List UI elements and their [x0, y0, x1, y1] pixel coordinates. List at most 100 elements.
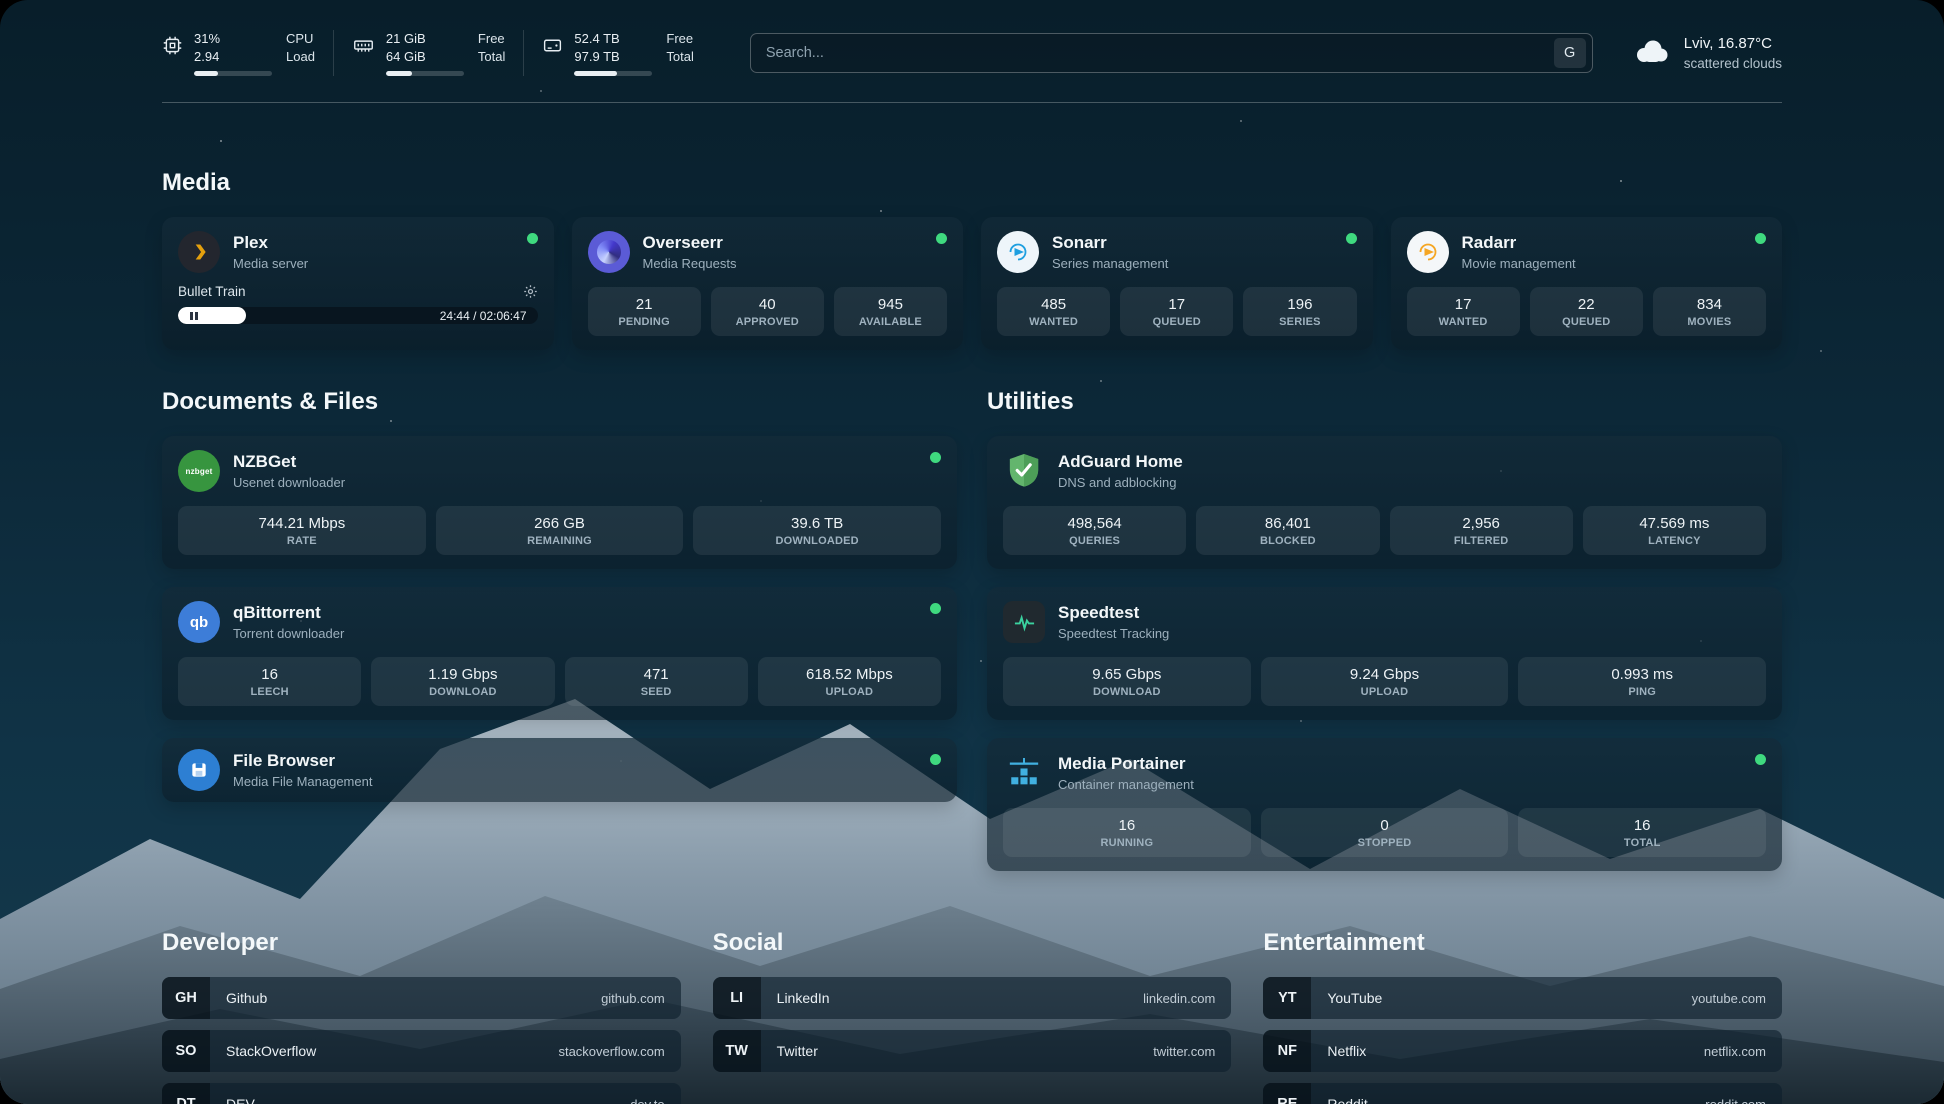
status-dot — [930, 452, 941, 463]
stat-rate: 744.21 Mbps RATE — [178, 506, 426, 555]
weather-location: Lviv, 16.87°C — [1684, 33, 1782, 55]
bookmark-abbr: RE — [1263, 1083, 1311, 1104]
gear-icon[interactable] — [523, 284, 538, 299]
bookmark-name: Reddit — [1327, 1096, 1367, 1104]
bookmark-stackoverflow[interactable]: SO StackOverflow stackoverflow.com — [162, 1030, 681, 1072]
bookmark-name: Netflix — [1327, 1043, 1366, 1059]
stat-latency: 47.569 ms LATENCY — [1583, 506, 1766, 555]
stat-approved: 40 APPROVED — [711, 287, 824, 336]
nzbget-icon: nzbget — [178, 450, 220, 492]
cpu-icon — [162, 35, 183, 61]
search-bar[interactable]: G — [750, 33, 1593, 73]
bookmark-abbr: NF — [1263, 1030, 1311, 1072]
pause-icon[interactable] — [190, 312, 193, 320]
app-name: Plex — [233, 233, 308, 253]
bookmark-youtube[interactable]: YT YouTube youtube.com — [1263, 977, 1782, 1019]
cpu-progress-bar — [194, 71, 272, 76]
radarr-card[interactable]: Radarr Movie management 17 WANTED 22 QUE… — [1391, 217, 1783, 350]
stat-queued: 17 QUEUED — [1120, 287, 1233, 336]
bookmark-abbr: GH — [162, 977, 210, 1019]
overseerr-card[interactable]: Overseerr Media Requests 21 PENDING 40 A… — [572, 217, 964, 350]
developer-section-title: Developer — [162, 929, 681, 957]
stat-download: 9.65 Gbps DOWNLOAD — [1003, 657, 1251, 706]
sonarr-card[interactable]: Sonarr Series management 485 WANTED 17 Q… — [981, 217, 1373, 350]
qbittorrent-icon: qb — [178, 601, 220, 643]
bookmark-name: YouTube — [1327, 990, 1382, 1006]
status-dot — [1346, 233, 1357, 244]
playback-time: 24:44 / 02:06:47 — [440, 309, 527, 323]
bookmark-twitter[interactable]: TW Twitter twitter.com — [713, 1030, 1232, 1072]
search-engine-button[interactable]: G — [1554, 38, 1586, 68]
bookmark-linkedin[interactable]: LI LinkedIn linkedin.com — [713, 977, 1232, 1019]
app-subtitle: Torrent downloader — [233, 626, 344, 641]
bookmark-url: dev.to — [630, 1097, 664, 1104]
entertainment-section: Entertainment YT YouTube youtube.com NF … — [1263, 929, 1782, 1104]
adguard-card[interactable]: AdGuard Home DNS and adblocking 498,564 … — [987, 436, 1782, 569]
app-subtitle: Movie management — [1462, 256, 1576, 271]
memory-total-label: Total — [478, 48, 505, 66]
search-input[interactable] — [766, 45, 1554, 61]
adguard-icon — [1003, 450, 1045, 492]
bookmark-reddit[interactable]: RE Reddit reddit.com — [1263, 1083, 1782, 1104]
bookmark-github[interactable]: GH Github github.com — [162, 977, 681, 1019]
app-subtitle: Speedtest Tracking — [1058, 626, 1169, 641]
app-name: File Browser — [233, 751, 372, 771]
storage-total-label: Total — [666, 48, 693, 66]
stat-wanted: 485 WANTED — [997, 287, 1110, 336]
memory-free-label: Free — [478, 30, 505, 48]
bookmark-url: linkedin.com — [1143, 991, 1215, 1006]
app-subtitle: Usenet downloader — [233, 475, 345, 490]
weather-widget: Lviv, 16.87°C scattered clouds — [1631, 33, 1782, 74]
bookmark-name: DEV — [226, 1096, 255, 1104]
ram-icon — [352, 35, 375, 61]
bookmark-url: twitter.com — [1153, 1044, 1215, 1059]
status-dot — [1755, 233, 1766, 244]
system-stats: 31% 2.94 CPU Load — [162, 30, 712, 76]
storage-total-value: 97.9 TB — [574, 48, 652, 66]
weather-condition: scattered clouds — [1684, 54, 1782, 74]
social-section: Social LI LinkedIn linkedin.com TW Twitt… — [713, 929, 1232, 1072]
disk-icon — [542, 35, 563, 61]
stat-running: 16 RUNNING — [1003, 808, 1251, 857]
utilities-section-title: Utilities — [987, 388, 1782, 416]
bookmark-dev[interactable]: DT DEV dev.to — [162, 1083, 681, 1104]
storage-progress-bar — [574, 71, 652, 76]
memory-widget: 21 GiB 64 GiB Free Total — [333, 30, 523, 76]
memory-progress-bar — [386, 71, 464, 76]
app-name: AdGuard Home — [1058, 452, 1183, 472]
bookmark-url: netflix.com — [1704, 1044, 1766, 1059]
bookmark-netflix[interactable]: NF Netflix netflix.com — [1263, 1030, 1782, 1072]
cpu-load-label: Load — [286, 48, 315, 66]
plex-card[interactable]: Plex Media server Bullet Train — [162, 217, 554, 350]
qbittorrent-card[interactable]: qb qBittorrent Torrent downloader 16 LEE… — [162, 587, 957, 720]
bookmark-name: LinkedIn — [777, 990, 830, 1006]
app-subtitle: Media File Management — [233, 774, 372, 789]
stat-wanted: 17 WANTED — [1407, 287, 1520, 336]
status-dot — [527, 233, 538, 244]
cpu-usage-value: 31% — [194, 30, 272, 48]
plex-icon — [178, 231, 220, 273]
radarr-icon — [1407, 231, 1449, 273]
portainer-card[interactable]: Media Portainer Container management 16 … — [987, 738, 1782, 871]
filebrowser-card[interactable]: File Browser Media File Management — [162, 738, 957, 802]
memory-free-value: 21 GiB — [386, 30, 464, 48]
playback-progress-bar[interactable]: 24:44 / 02:06:47 — [178, 307, 538, 324]
bookmark-abbr: YT — [1263, 977, 1311, 1019]
stat-movies: 834 MOVIES — [1653, 287, 1766, 336]
stat-stopped: 0 STOPPED — [1261, 808, 1509, 857]
stat-downloaded: 39.6 TB DOWNLOADED — [693, 506, 941, 555]
stat-blocked: 86,401 BLOCKED — [1196, 506, 1379, 555]
app-name: Radarr — [1462, 233, 1576, 253]
cloud-icon — [1631, 37, 1671, 70]
app-name: Media Portainer — [1058, 754, 1194, 774]
media-section: Media Plex Media server — [162, 169, 1782, 350]
nzbget-card[interactable]: nzbget NZBGet Usenet downloader 744.21 M… — [162, 436, 957, 569]
app-name: NZBGet — [233, 452, 345, 472]
overseerr-icon — [588, 231, 630, 273]
speedtest-card[interactable]: Speedtest Speedtest Tracking 9.65 Gbps D… — [987, 587, 1782, 720]
now-playing-title: Bullet Train — [178, 284, 246, 299]
bookmark-url: reddit.com — [1705, 1097, 1766, 1104]
social-section-title: Social — [713, 929, 1232, 957]
cpu-widget: 31% 2.94 CPU Load — [162, 30, 333, 76]
cpu-label: CPU — [286, 30, 315, 48]
